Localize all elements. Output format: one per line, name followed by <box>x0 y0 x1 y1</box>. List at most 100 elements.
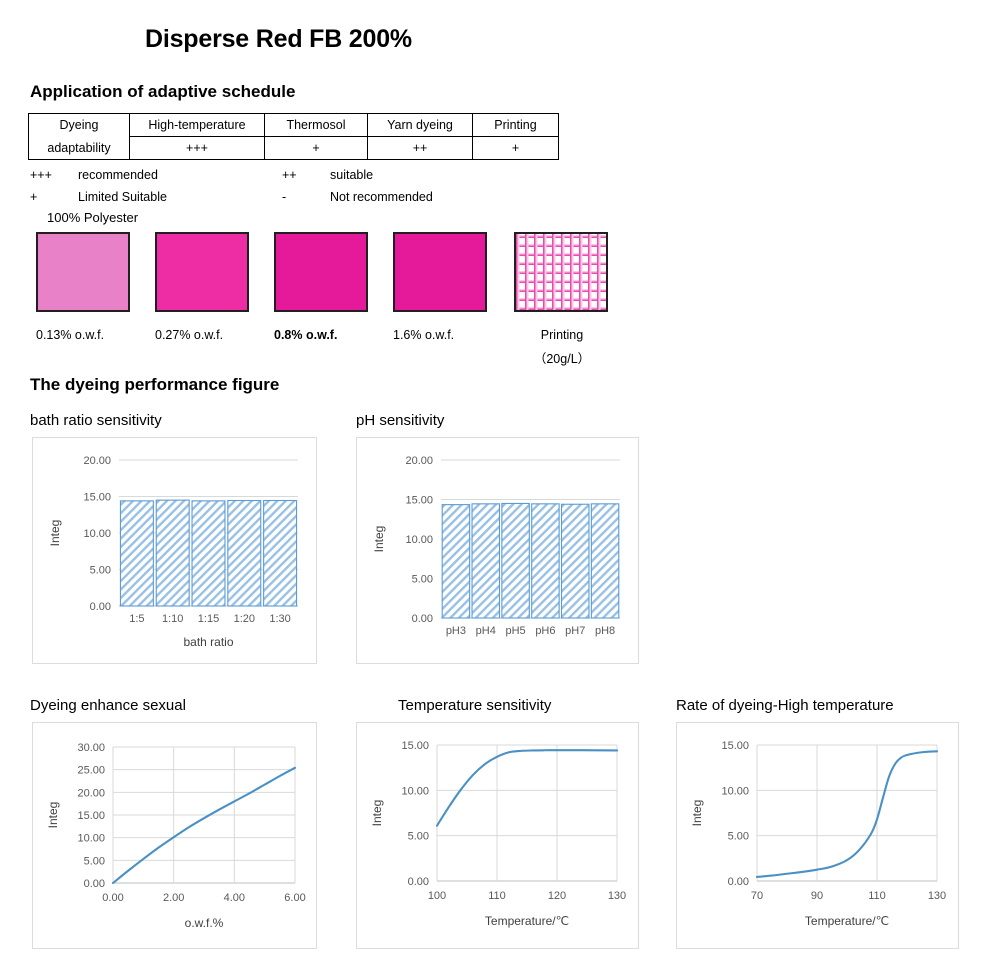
swatch-sublabel: （20g/L） <box>533 352 591 366</box>
table-row-header: Dyeing High-temperature Thermosol Yarn d… <box>28 113 559 137</box>
color-swatch <box>36 232 130 312</box>
svg-text:130: 130 <box>928 890 946 902</box>
legend-text: Limited Suitable <box>78 190 167 204</box>
legend-row: +++ recommended ++ suitable <box>30 164 500 186</box>
svg-text:15.00: 15.00 <box>405 495 433 507</box>
svg-text:0.00: 0.00 <box>90 601 111 613</box>
svg-text:5.00: 5.00 <box>728 831 749 843</box>
svg-text:1:5: 1:5 <box>129 613 144 625</box>
legend-entry-not-recommended: - Not recommended <box>282 190 433 204</box>
svg-text:1:30: 1:30 <box>269 613 290 625</box>
mesh-pattern-icon <box>516 234 606 310</box>
color-swatch <box>274 232 368 312</box>
legend-symbol: +++ <box>30 168 52 182</box>
swatch-item-1: 0.27% o.w.f. <box>155 232 251 342</box>
svg-text:pH6: pH6 <box>535 625 555 637</box>
svg-text:110: 110 <box>868 890 886 902</box>
table-col-header-yarn-dyeing: Yarn dyeing <box>367 113 473 137</box>
legend-text: Not recommended <box>330 190 433 204</box>
svg-text:10.00: 10.00 <box>721 785 749 797</box>
svg-text:0.00: 0.00 <box>102 892 123 904</box>
svg-text:130: 130 <box>608 890 626 902</box>
rating-high-temperature: +++ <box>129 136 265 160</box>
chart-title-temperature: Temperature sensitivity <box>398 697 552 714</box>
chart-title-bath-ratio: bath ratio sensitivity <box>30 412 162 429</box>
svg-text:10.00: 10.00 <box>77 833 105 845</box>
svg-text:bath ratio: bath ratio <box>183 635 233 649</box>
svg-text:pH8: pH8 <box>595 625 615 637</box>
color-swatch <box>155 232 249 312</box>
chart-title-ph: pH sensitivity <box>356 412 445 429</box>
swatch-row: 0.13% o.w.f. 0.27% o.w.f. 0.8% o.w.f. 1.… <box>36 232 676 366</box>
svg-text:0.00: 0.00 <box>408 876 429 888</box>
section-heading-performance: The dyeing performance figure <box>30 375 280 394</box>
svg-text:o.w.f.%: o.w.f.% <box>185 916 224 930</box>
legend-symbol: - <box>282 190 287 204</box>
table-row-header-line1: Dyeing <box>28 113 130 137</box>
swatch-item-0: 0.13% o.w.f. <box>36 232 132 342</box>
chart-title-dyeing-enhance: Dyeing enhance sexual <box>30 697 186 714</box>
chart-title-rate-of-dyeing: Rate of dyeing-High temperature <box>676 697 894 714</box>
swatch-item-2: 0.8% o.w.f. <box>274 232 370 342</box>
svg-text:0.00: 0.00 <box>84 878 105 890</box>
rating-legend: +++ recommended ++ suitable + Limited Su… <box>30 164 500 208</box>
swatch-label: 1.6% o.w.f. <box>393 328 455 342</box>
svg-text:4.00: 4.00 <box>224 892 245 904</box>
svg-text:Integ: Integ <box>46 802 60 829</box>
svg-text:pH4: pH4 <box>476 625 496 637</box>
svg-text:5.00: 5.00 <box>408 831 429 843</box>
chart-card-ph: 0.00 5.00 10.00 15.00 20.00 pH3 pH4 pH5 pH6 pH7 pH… <box>356 437 639 664</box>
swatch-label: 0.27% o.w.f. <box>155 328 224 342</box>
svg-text:0.00: 0.00 <box>728 876 749 888</box>
legend-symbol: + <box>30 190 38 204</box>
swatch-label: 0.8% o.w.f. <box>274 328 338 342</box>
chart-temperature-sensitivity: 0.00 5.00 10.00 15.00 100 110 120 130 Integ Tempe… <box>370 740 626 928</box>
svg-text:1:10: 1:10 <box>162 613 183 625</box>
chart-card-rate-of-dyeing: 0.00 5.00 10.00 15.00 70 90 110 130 Integ Tempera… <box>676 722 959 949</box>
svg-text:30.00: 30.00 <box>77 742 105 754</box>
svg-text:100: 100 <box>428 890 446 902</box>
chart-card-dyeing-enhance: 0.00 5.00 10.00 15.00 20.00 25.00 30.00 0.00 2.0… <box>32 722 317 949</box>
chart-rate-of-dyeing: 0.00 5.00 10.00 15.00 70 90 110 130 Integ Tempera… <box>690 740 946 928</box>
svg-text:Integ: Integ <box>48 520 62 547</box>
svg-text:110: 110 <box>488 890 506 902</box>
printing-swatch <box>514 232 608 312</box>
chart-card-bath-ratio: 0.00 5.00 10.00 15.00 20.00 1:5 1:10 1:15 1:20 1:… <box>32 437 317 664</box>
table-col-header-high-temperature: High-temperature <box>129 113 265 137</box>
legend-text: suitable <box>330 168 374 182</box>
svg-text:25.00: 25.00 <box>77 765 105 777</box>
table-col-header-printing: Printing <box>472 113 559 137</box>
legend-symbol: ++ <box>282 168 297 182</box>
svg-text:Temperature/℃: Temperature/℃ <box>805 914 889 928</box>
legend-entry-limited-suitable: + Limited Suitable <box>30 190 282 204</box>
color-swatch <box>393 232 487 312</box>
svg-text:pH3: pH3 <box>446 625 466 637</box>
legend-text: recommended <box>78 168 158 182</box>
chart-card-temperature: 0.00 5.00 10.00 15.00 100 110 120 130 Integ Tempe… <box>356 722 639 949</box>
svg-text:15.00: 15.00 <box>401 740 429 752</box>
table-row-ratings: adaptability +++ + ++ + <box>28 136 559 160</box>
svg-text:1:15: 1:15 <box>198 613 219 625</box>
svg-text:2.00: 2.00 <box>163 892 184 904</box>
swatch-label: Printing <box>540 328 584 342</box>
adaptability-table: Dyeing High-temperature Thermosol Yarn d… <box>28 113 559 160</box>
legend-entry-recommended: +++ recommended <box>30 168 282 182</box>
svg-text:70: 70 <box>751 890 763 902</box>
svg-text:6.00: 6.00 <box>284 892 305 904</box>
svg-text:Integ: Integ <box>370 800 384 827</box>
chart-dyeing-enhance: 0.00 5.00 10.00 15.00 20.00 25.00 30.00 0.00 2.0… <box>46 742 306 930</box>
substrate-label: 100% Polyester <box>47 210 139 225</box>
svg-text:5.00: 5.00 <box>412 574 433 586</box>
swatch-label: 0.13% o.w.f. <box>36 328 105 342</box>
svg-text:10.00: 10.00 <box>405 534 433 546</box>
rating-yarn-dyeing: ++ <box>367 136 473 160</box>
table-row-header-line2: adaptability <box>28 136 130 160</box>
svg-text:20.00: 20.00 <box>83 455 111 467</box>
svg-text:5.00: 5.00 <box>90 565 111 577</box>
rating-thermosol: + <box>264 136 368 160</box>
section-heading-schedule: Application of adaptive schedule <box>30 82 296 101</box>
chart-ph-sensitivity: 0.00 5.00 10.00 15.00 20.00 pH3 pH4 pH5 pH6 pH7 pH… <box>372 455 620 637</box>
svg-text:1:20: 1:20 <box>234 613 255 625</box>
svg-text:20.00: 20.00 <box>77 787 105 799</box>
page-title: Disperse Red FB 200% <box>145 25 412 53</box>
